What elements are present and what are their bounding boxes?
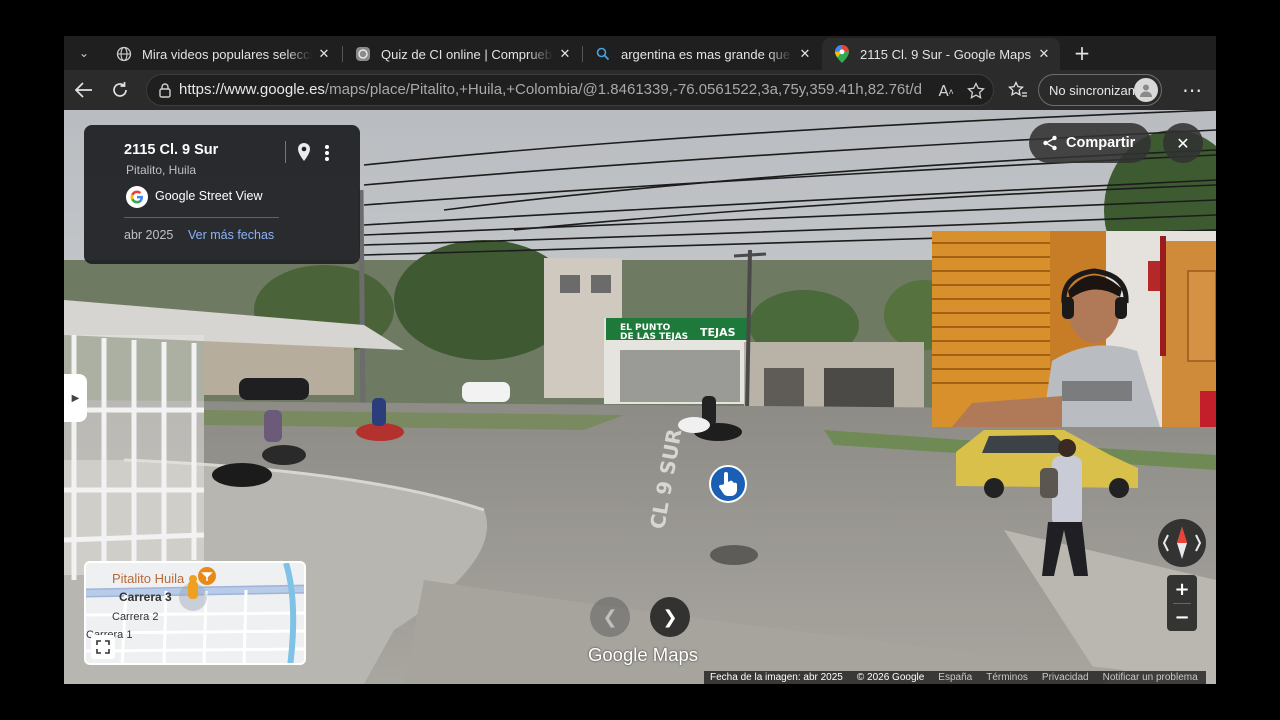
tab-title: argentina es mas grande que colombia: [621, 46, 793, 62]
country-link[interactable]: España: [938, 672, 972, 683]
globe-icon: [116, 46, 132, 62]
google-maps-logo: Google Maps: [588, 644, 699, 665]
share-icon: [1042, 135, 1058, 151]
search-icon: [595, 46, 611, 62]
reload-icon[interactable]: [106, 76, 134, 104]
tab-videos[interactable]: Mira videos populares seleccionados ✕: [104, 38, 340, 70]
more-dates-link[interactable]: Ver más fechas: [188, 228, 274, 242]
terms-link[interactable]: Términos: [986, 672, 1028, 683]
tab-title: 2115 Cl. 9 Sur - Google Maps: [860, 46, 1032, 62]
minimap-place-label: Pitalito Huila: [112, 571, 185, 586]
shop-sign-tejas: TEJAS: [700, 326, 736, 339]
expand-panel-chevron-icon[interactable]: ▶: [64, 374, 87, 422]
privacy-link[interactable]: Privacidad: [1042, 672, 1089, 683]
zoom-out-button[interactable]: −: [1167, 603, 1197, 631]
read-aloud-icon[interactable]: Aʌ: [935, 80, 957, 102]
street-view-panorama[interactable]: EL PUNTO DE LAS TEJAS TEJAS CL 9 SUR 211…: [64, 110, 1216, 684]
location-info-card: 2115 Cl. 9 Sur Pitalito, Huila Google St…: [84, 125, 360, 264]
tab-search[interactable]: argentina es mas grande que colombia ✕: [583, 38, 821, 70]
favorite-star-icon[interactable]: [965, 80, 987, 102]
address-title: 2115 Cl. 9 Sur: [124, 142, 219, 158]
shop-sign-line2: DE LAS TEJAS: [620, 332, 688, 342]
favorites-list-icon[interactable]: [1004, 76, 1032, 104]
copyright: © 2026 Google: [856, 672, 925, 683]
close-tab-icon[interactable]: ✕: [553, 42, 577, 66]
close-tab-icon[interactable]: ✕: [1032, 42, 1056, 66]
new-tab-plus-icon[interactable]: +: [1068, 40, 1096, 66]
profile-button[interactable]: No sincronizando: [1038, 74, 1162, 106]
tab-title: Quiz de CI online | Comprueba tu CI: [381, 46, 553, 62]
back-arrow-icon[interactable]: [70, 76, 98, 104]
browser-window: ⌄ Mira videos populares seleccionados ✕ …: [64, 36, 1216, 684]
tab-title: Mira videos populares seleccionados: [142, 46, 312, 62]
tab-quiz[interactable]: Quiz de CI online | Comprueba tu CI ✕: [343, 38, 581, 70]
url-host: https://www.google.es: [179, 81, 325, 98]
more-options-icon[interactable]: [320, 141, 334, 165]
compass-icon[interactable]: [1158, 519, 1206, 567]
tab-actions-chevron-icon[interactable]: ⌄: [70, 41, 98, 65]
more-menu-icon[interactable]: ⋯: [1178, 76, 1206, 104]
divider: [124, 217, 279, 218]
close-street-view-icon[interactable]: ✕: [1163, 123, 1203, 163]
divider: [285, 141, 286, 163]
avatar-icon: [1134, 78, 1158, 102]
map-pin-icon[interactable]: [293, 141, 315, 165]
webcam-overlay: [932, 231, 1216, 427]
google-g-icon: [126, 186, 148, 208]
share-button[interactable]: Compartir: [1029, 123, 1151, 163]
street-view-source: Google Street View: [155, 189, 263, 203]
quiz-icon: [355, 46, 371, 62]
zoom-in-button[interactable]: +: [1167, 575, 1197, 603]
minimap-street-label: Carrera 2: [112, 611, 159, 623]
report-problem-link[interactable]: Notificar un problema: [1103, 672, 1198, 683]
next-chevron-icon[interactable]: ❯: [650, 597, 690, 637]
share-label: Compartir: [1066, 135, 1136, 151]
minimap-street-label: Carrera 3: [119, 590, 172, 604]
url-path: /maps/place/Pitalito,+Huila,+Colombia/@1…: [324, 81, 921, 98]
site-info-lock-icon[interactable]: [157, 82, 173, 98]
close-tab-icon[interactable]: ✕: [793, 42, 817, 66]
close-tab-icon[interactable]: ✕: [312, 42, 336, 66]
attribution-bar: Fecha de la imagen: abr 2025 © 2026 Goog…: [704, 671, 1206, 684]
zoom-control: + −: [1167, 575, 1197, 631]
url-text[interactable]: https://www.google.es/maps/place/Pitalit…: [179, 81, 921, 98]
locality-text: Pitalito, Huila: [126, 163, 197, 177]
previous-chevron-icon[interactable]: ❮: [590, 597, 630, 637]
minimap[interactable]: Pitalito Huila Carrera 3 Carrera 2 Carre…: [84, 561, 306, 665]
expand-map-icon[interactable]: [91, 635, 115, 659]
tab-google-maps[interactable]: 2115 Cl. 9 Sur - Google Maps ✕: [822, 38, 1060, 70]
address-bar[interactable]: https://www.google.es/maps/place/Pitalit…: [146, 74, 994, 106]
toolbar: https://www.google.es/maps/place/Pitalit…: [64, 70, 1216, 110]
screen: ⌄ Mira videos populares seleccionados ✕ …: [0, 0, 1280, 720]
capture-date: abr 2025: [124, 228, 174, 242]
tab-strip: ⌄ Mira videos populares seleccionados ✕ …: [64, 36, 1216, 70]
image-date: Fecha de la imagen: abr 2025: [710, 672, 843, 683]
maps-pin-icon: [834, 45, 850, 63]
